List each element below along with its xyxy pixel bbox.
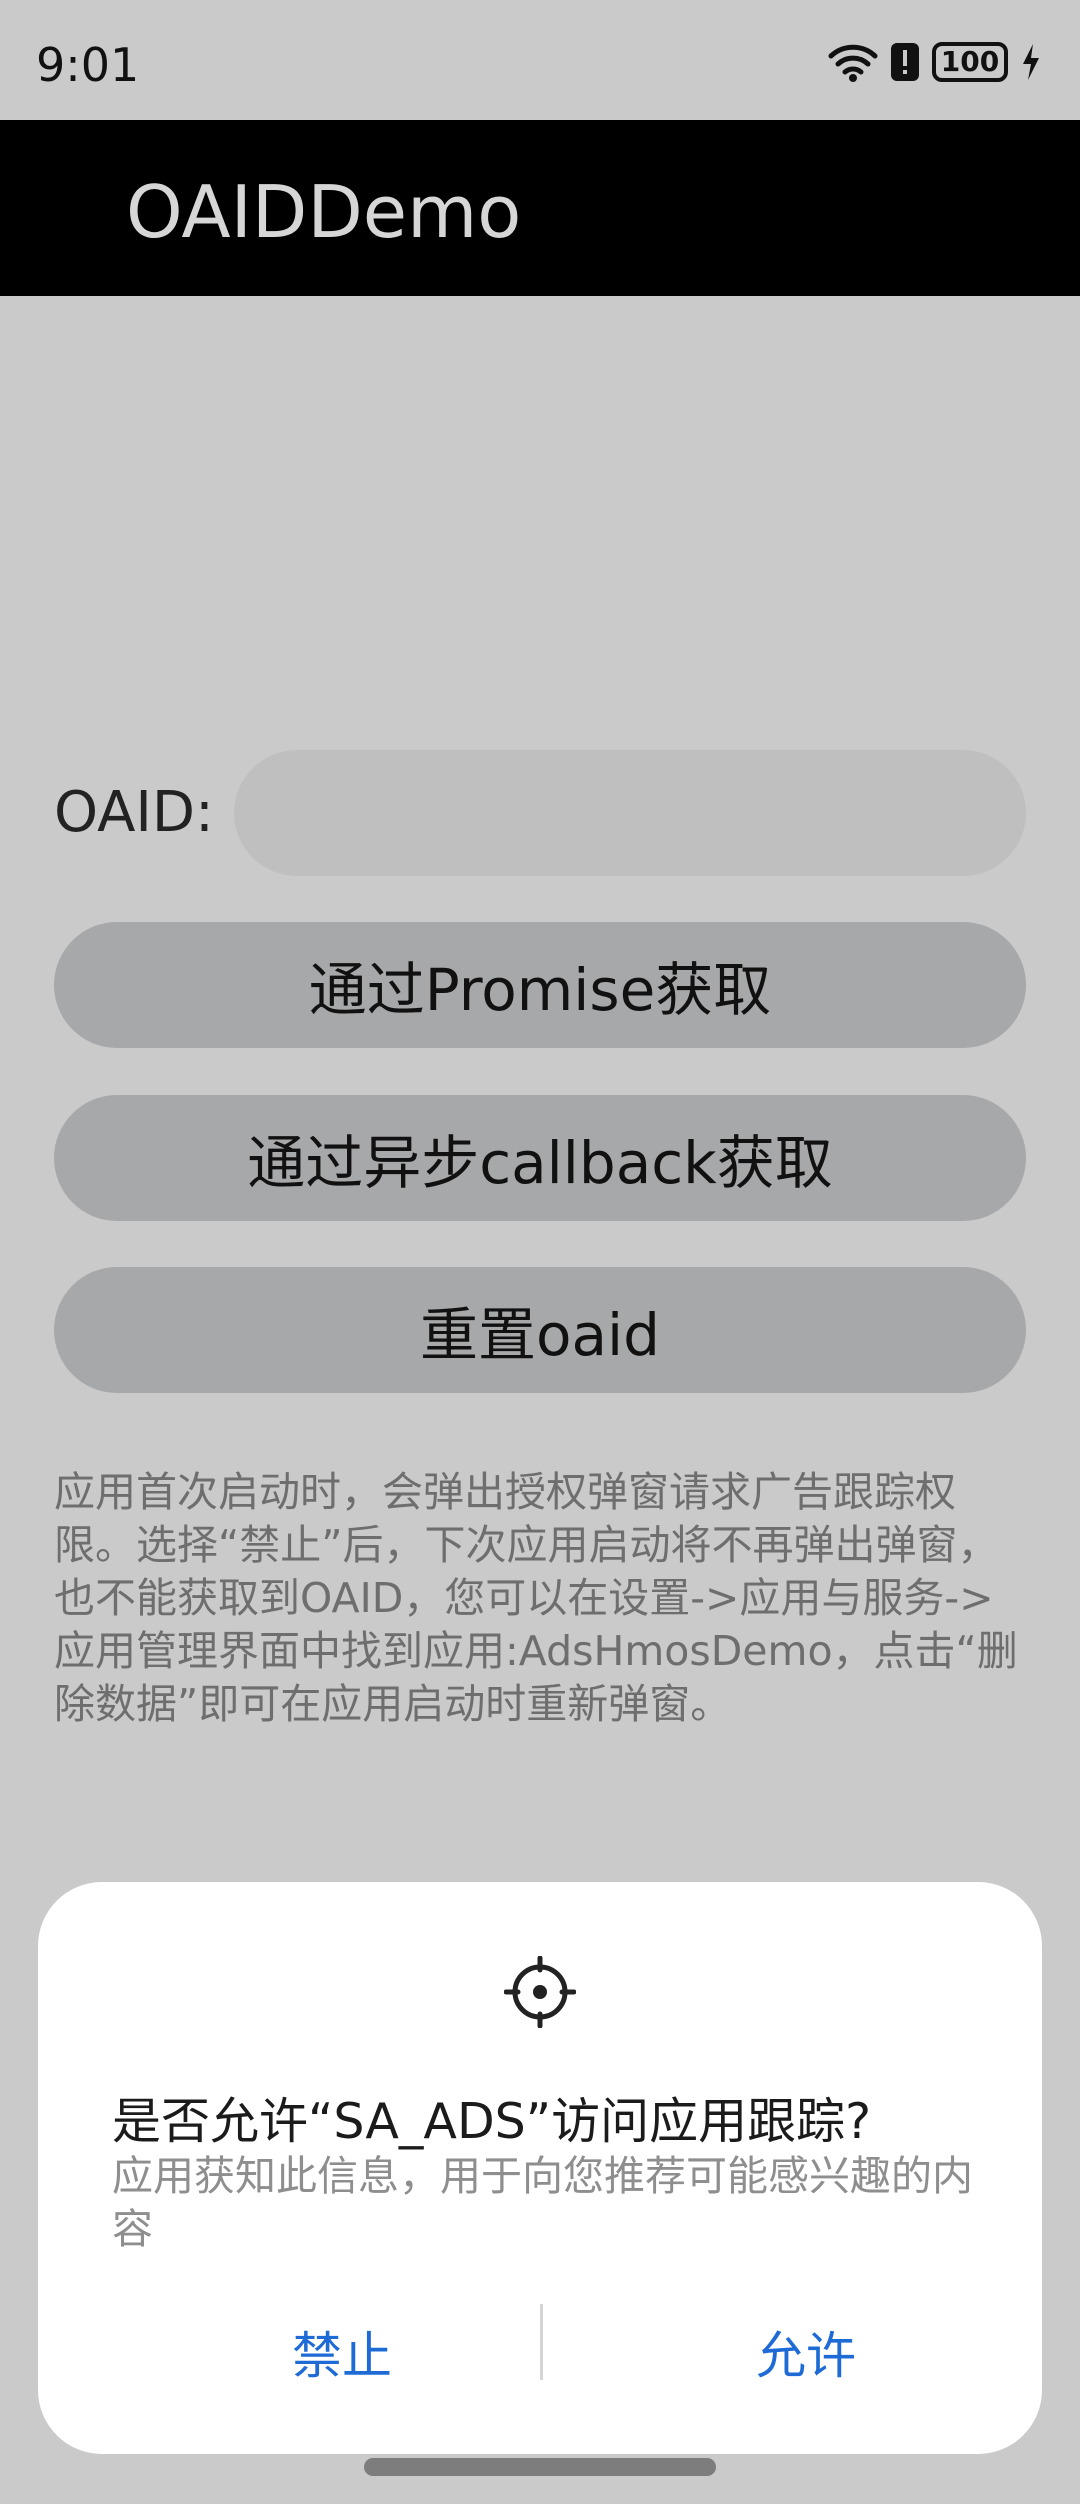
app-bar: OAIDDemo xyxy=(0,120,1080,296)
reset-oaid-button[interactable]: 重置oaid xyxy=(54,1267,1026,1393)
allow-button[interactable]: 允许 xyxy=(606,2302,1006,2402)
tracking-permission-dialog: 是否允许“SA_ADS”访问应用跟踪? 应用获知此信息，用于向您推荐可能感兴趣的… xyxy=(38,1882,1042,2454)
home-indicator[interactable] xyxy=(364,2458,716,2476)
status-time: 9:01 xyxy=(36,38,140,92)
notification-alert-icon xyxy=(890,42,920,82)
dialog-divider xyxy=(540,2304,543,2380)
oaid-label: OAID: xyxy=(54,780,214,845)
deny-button[interactable]: 禁止 xyxy=(142,2302,542,2402)
battery-icon: 100 xyxy=(932,42,1008,82)
status-bar: 9:01 100 xyxy=(0,0,1080,120)
dialog-description: 应用获知此信息，用于向您推荐可能感兴趣的内容 xyxy=(112,2152,973,2253)
status-icons: 100 xyxy=(828,42,1042,82)
oaid-value-field[interactable] xyxy=(234,750,1026,876)
dialog-title: 是否允许“SA_ADS”访问应用跟踪? xyxy=(112,2093,872,2150)
notice-text: 应用首次启动时，会弹出授权弹窗请求广告跟踪权限。选择“禁止”后，下次应用启动将不… xyxy=(54,1468,1018,1728)
charging-icon xyxy=(1020,42,1042,82)
wifi-icon xyxy=(828,42,878,82)
get-by-callback-button[interactable]: 通过异步callback获取 xyxy=(54,1095,1026,1221)
target-crosshair-icon xyxy=(503,1955,577,2029)
get-by-promise-button[interactable]: 通过Promise获取 xyxy=(54,922,1026,1048)
app-title: OAIDDemo xyxy=(126,170,522,254)
